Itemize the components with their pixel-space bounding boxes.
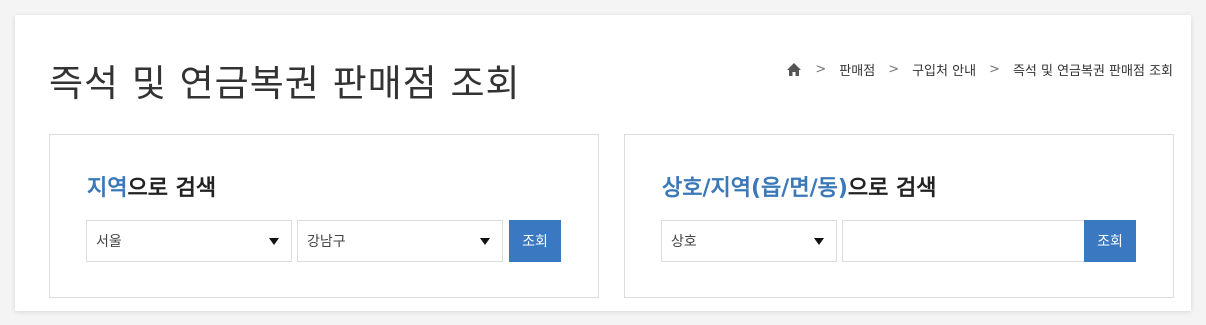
name-search-panel: 상호/지역(읍/면/동)으로 검색 상호 조회	[624, 134, 1174, 298]
search-type-value: 상호	[671, 234, 697, 250]
keyword-input[interactable]	[842, 220, 1084, 262]
heading-rest: 으로 검색	[127, 176, 217, 201]
city-select-value: 서울	[96, 234, 122, 250]
region-search-panel: 지역으로 검색 서울 강남구 조회	[49, 134, 599, 298]
breadcrumb: > 판매점 > 구입처 안내 > 즉석 및 연금복권 판매점 조회	[786, 60, 1173, 79]
breadcrumb-item-current[interactable]: 즉석 및 연금복권 판매점 조회	[1013, 60, 1173, 79]
caret-down-icon	[480, 237, 490, 245]
region-search-button[interactable]: 조회	[509, 220, 561, 262]
search-type-select[interactable]: 상호	[661, 220, 837, 262]
name-search-button[interactable]: 조회	[1084, 220, 1136, 262]
caret-down-icon	[814, 237, 824, 245]
district-select-value: 강남구	[307, 234, 346, 250]
content-card: 즉석 및 연금복권 판매점 조회 > 판매점 > 구입처 안내 > 즉석 및 연…	[15, 15, 1191, 311]
caret-down-icon	[269, 237, 279, 245]
heading-accent: 상호/지역(읍/면/동)	[662, 176, 848, 201]
breadcrumb-separator: >	[815, 62, 827, 77]
region-search-heading: 지역으로 검색	[87, 170, 216, 202]
name-search-heading: 상호/지역(읍/면/동)으로 검색	[662, 170, 937, 202]
district-select[interactable]: 강남구	[297, 220, 503, 262]
home-icon[interactable]	[786, 62, 802, 77]
breadcrumb-separator: >	[888, 62, 900, 77]
city-select[interactable]: 서울	[86, 220, 292, 262]
heading-accent: 지역	[87, 176, 128, 201]
breadcrumb-item-store[interactable]: 판매점	[839, 60, 875, 79]
page-title: 즉석 및 연금복권 판매점 조회	[49, 62, 521, 105]
breadcrumb-item-purchase-guide[interactable]: 구입처 안내	[912, 60, 976, 79]
breadcrumb-separator: >	[989, 62, 1000, 77]
heading-rest: 으로 검색	[847, 176, 937, 201]
